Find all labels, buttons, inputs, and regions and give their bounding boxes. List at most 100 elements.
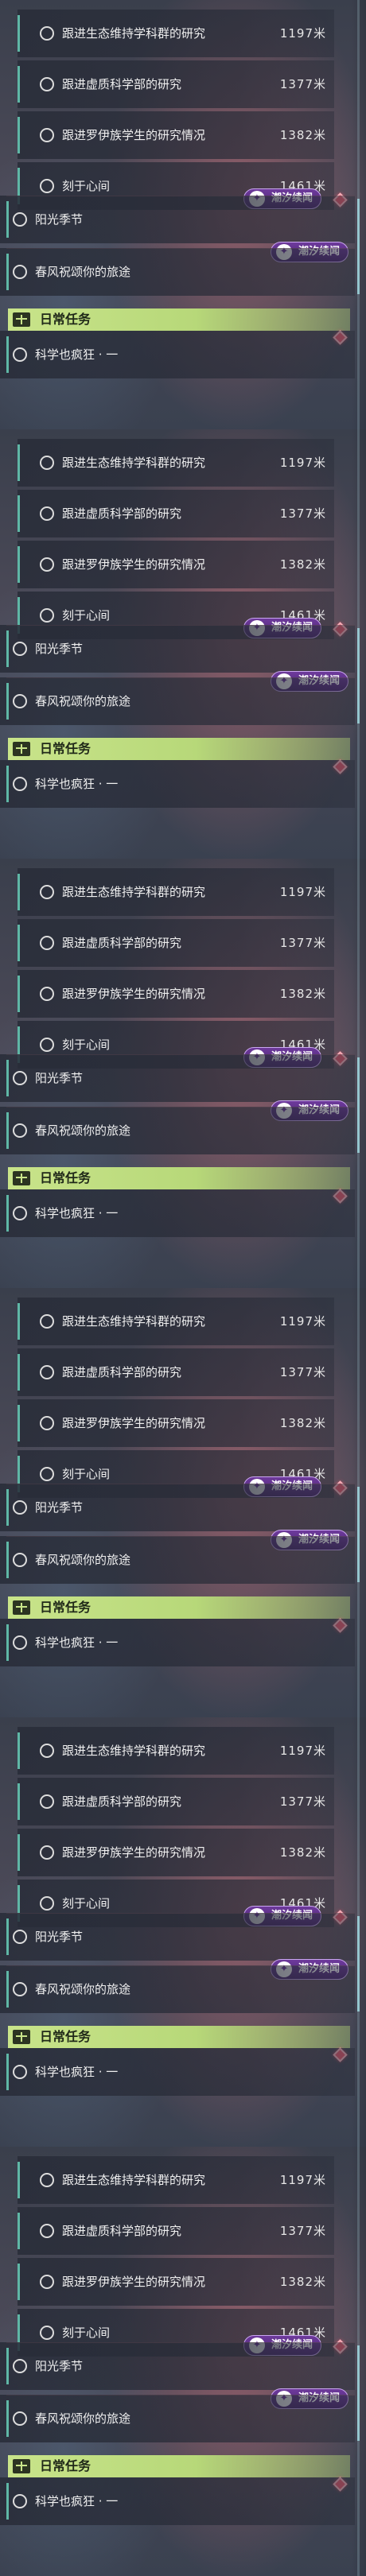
daily-quest-title: 科学也疯狂 · 一 — [35, 777, 119, 791]
quest-row[interactable]: 跟进生态维持学科群的研究 1197米 — [18, 1727, 334, 1775]
circle-outline-icon — [40, 506, 54, 521]
daily-tasks-header[interactable]: 日常任务 — [8, 738, 350, 760]
circle-outline-icon — [13, 1500, 27, 1515]
circle-outline-icon — [13, 1123, 27, 1138]
daily-tasks-header[interactable]: 日常任务 — [8, 2455, 350, 2477]
daily-tasks-title: 日常任务 — [40, 1170, 92, 1185]
scrollbar-thumb[interactable] — [357, 1057, 360, 1153]
daily-quest-row[interactable]: 科学也疯狂 · 一 — [0, 331, 355, 378]
quest-accent-bar — [18, 117, 20, 153]
quest-accent-bar — [18, 2213, 20, 2249]
daily-quest-row[interactable]: 科学也疯狂 · 一 — [0, 760, 355, 808]
event-row[interactable]: 阳光季节 — [0, 1913, 355, 1961]
quest-title: 跟进罗伊族学生的研究情况 — [62, 1416, 206, 1430]
quest-row[interactable]: 跟进罗伊族学生的研究情况 1382米 — [18, 541, 334, 588]
circle-outline-icon — [40, 1038, 54, 1052]
quest-row[interactable]: 跟进生态维持学科群的研究 1197米 — [18, 2156, 334, 2204]
circle-outline-icon — [13, 212, 27, 227]
quest-title: 跟进生态维持学科群的研究 — [62, 885, 206, 899]
quest-tracker-panel: 跟进生态维持学科群的研究 1197米 跟进虚质科学部的研究 1377米 跟进罗伊… — [0, 0, 366, 429]
daily-quest-row[interactable]: 科学也疯狂 · 一 — [0, 2477, 355, 2525]
quest-row[interactable]: 跟进生态维持学科群的研究 1197米 — [18, 868, 334, 916]
daily-tasks-header[interactable]: 日常任务 — [8, 308, 350, 331]
event-row[interactable]: 阳光季节 — [0, 1484, 355, 1531]
daily-tasks-header[interactable]: 日常任务 — [8, 1596, 350, 1619]
quest-tracker-panel: 跟进生态维持学科群的研究 1197米 跟进虚质科学部的研究 1377米 跟进罗伊… — [0, 1717, 366, 2147]
scrollbar-thumb[interactable] — [357, 1916, 360, 2012]
quest-accent-bar — [18, 66, 20, 103]
quest-accent-bar — [18, 546, 20, 583]
daily-accent-bar — [6, 1195, 9, 1232]
quest-row[interactable]: 跟进罗伊族学生的研究情况 1382米 — [18, 2258, 334, 2306]
circle-outline-icon — [13, 777, 27, 791]
quest-row[interactable]: 跟进生态维持学科群的研究 1197米 — [18, 439, 334, 487]
quest-title: 跟进生态维持学科群的研究 — [62, 456, 206, 470]
quest-distance: 1382米 — [279, 557, 326, 572]
event-title: 阳光季节 — [35, 1930, 84, 1944]
scrollbar-thumb[interactable] — [357, 2345, 360, 2441]
daily-quest-title: 科学也疯狂 · 一 — [35, 2494, 119, 2508]
daily-accent-bar — [6, 1624, 9, 1661]
quest-row[interactable]: 跟进虚质科学部的研究 1377米 — [18, 60, 334, 108]
daily-tasks-header[interactable]: 日常任务 — [8, 2026, 350, 2048]
event-row[interactable]: 春风祝颂你的旅途 — [0, 2395, 355, 2442]
quest-distance: 1197米 — [279, 456, 326, 470]
scrollbar-thumb[interactable] — [357, 1487, 360, 1582]
event-row[interactable]: 阳光季节 — [0, 2342, 355, 2390]
circle-outline-icon — [40, 128, 54, 142]
quest-row[interactable]: 跟进虚质科学部的研究 1377米 — [18, 1778, 334, 1825]
daily-quest-title: 科学也疯狂 · 一 — [35, 1206, 119, 1220]
circle-outline-icon — [40, 1794, 54, 1809]
event-row[interactable]: 阳光季节 — [0, 196, 355, 243]
quest-accent-bar — [18, 976, 20, 1012]
circle-outline-icon — [40, 1365, 54, 1379]
quest-title: 跟进生态维持学科群的研究 — [62, 1314, 206, 1329]
circle-outline-icon — [40, 936, 54, 950]
quest-row[interactable]: 跟进罗伊族学生的研究情况 1382米 — [18, 111, 334, 159]
quest-title: 跟进生态维持学科群的研究 — [62, 1744, 206, 1758]
quest-row[interactable]: 跟进罗伊族学生的研究情况 1382米 — [18, 970, 334, 1018]
circle-outline-icon — [40, 557, 54, 572]
event-accent-bar — [6, 1489, 9, 1526]
scrollbar-thumb[interactable] — [357, 628, 360, 724]
quest-row[interactable]: 跟进生态维持学科群的研究 1197米 — [18, 1298, 334, 1345]
quest-row[interactable]: 跟进罗伊族学生的研究情况 1382米 — [18, 1829, 334, 1876]
quest-row[interactable]: 跟进虚质科学部的研究 1377米 — [18, 1348, 334, 1396]
quest-row[interactable]: 跟进生态维持学科群的研究 1197米 — [18, 10, 334, 57]
quest-row[interactable]: 跟进虚质科学部的研究 1377米 — [18, 490, 334, 537]
scrollbar-thumb[interactable] — [357, 199, 360, 294]
event-title: 春风祝颂你的旅途 — [35, 265, 131, 279]
event-row[interactable]: 春风祝颂你的旅途 — [0, 248, 355, 296]
quest-title: 跟进生态维持学科群的研究 — [62, 2173, 206, 2187]
quest-distance: 1377米 — [279, 936, 326, 950]
daily-tasks-title: 日常任务 — [40, 2029, 92, 2044]
event-accent-bar — [6, 2400, 9, 2437]
quest-title: 跟进虚质科学部的研究 — [62, 2224, 182, 2238]
daily-tasks-header[interactable]: 日常任务 — [8, 1167, 350, 1189]
quest-distance: 1382米 — [279, 987, 326, 1001]
quest-distance: 1377米 — [279, 77, 326, 91]
quest-distance: 1197米 — [279, 1314, 326, 1329]
event-row[interactable]: 春风祝颂你的旅途 — [0, 677, 355, 725]
quest-row[interactable]: 跟进虚质科学部的研究 1377米 — [18, 919, 334, 967]
quest-distance: 1197米 — [279, 885, 326, 899]
quest-distance: 1197米 — [279, 1744, 326, 1758]
quest-row[interactable]: 跟进虚质科学部的研究 1377米 — [18, 2207, 334, 2255]
daily-quest-row[interactable]: 科学也疯狂 · 一 — [0, 2048, 355, 2096]
circle-outline-icon — [40, 179, 54, 193]
daily-quest-row[interactable]: 科学也疯狂 · 一 — [0, 1619, 355, 1666]
event-row[interactable]: 阳光季节 — [0, 1054, 355, 1102]
circle-outline-icon — [40, 456, 54, 470]
event-row[interactable]: 春风祝颂你的旅途 — [0, 1536, 355, 1584]
event-row[interactable]: 春风祝颂你的旅途 — [0, 1965, 355, 2013]
circle-outline-icon — [40, 1314, 54, 1329]
daily-quest-row[interactable]: 科学也疯狂 · 一 — [0, 1189, 355, 1237]
event-title: 春风祝颂你的旅途 — [35, 2411, 131, 2426]
screenshot-stack: 跟进生态维持学科群的研究 1197米 跟进虚质科学部的研究 1377米 跟进罗伊… — [0, 0, 366, 2576]
quest-row[interactable]: 跟进罗伊族学生的研究情况 1382米 — [18, 1399, 334, 1447]
event-accent-bar — [6, 254, 9, 290]
circle-outline-icon — [40, 987, 54, 1001]
event-row[interactable]: 春风祝颂你的旅途 — [0, 1107, 355, 1154]
event-row[interactable]: 阳光季节 — [0, 625, 355, 673]
quest-accent-bar — [18, 1783, 20, 1820]
